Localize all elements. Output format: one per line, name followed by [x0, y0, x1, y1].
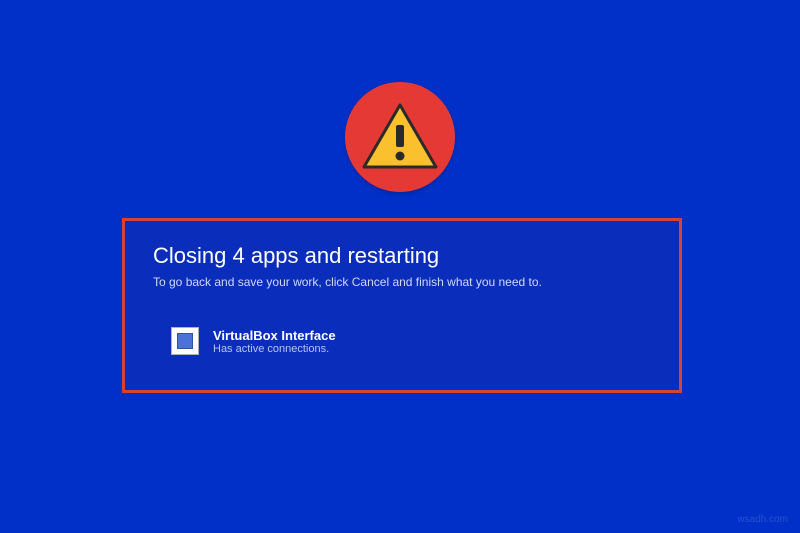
warning-circle	[345, 82, 455, 192]
watermark: wsadh.com	[737, 514, 788, 525]
dialog-subtitle: To go back and save your work, click Can…	[153, 275, 651, 289]
app-list-item: VirtualBox Interface Has active connecti…	[153, 327, 651, 355]
virtualbox-icon	[177, 333, 193, 349]
warning-triangle-icon	[360, 101, 440, 173]
app-status: Has active connections.	[213, 343, 336, 355]
app-text-group: VirtualBox Interface Has active connecti…	[213, 328, 336, 355]
shutdown-dialog: Closing 4 apps and restarting To go back…	[122, 218, 682, 393]
warning-badge	[345, 82, 455, 192]
app-icon	[171, 327, 199, 355]
app-name: VirtualBox Interface	[213, 328, 336, 343]
dialog-title: Closing 4 apps and restarting	[153, 243, 651, 269]
